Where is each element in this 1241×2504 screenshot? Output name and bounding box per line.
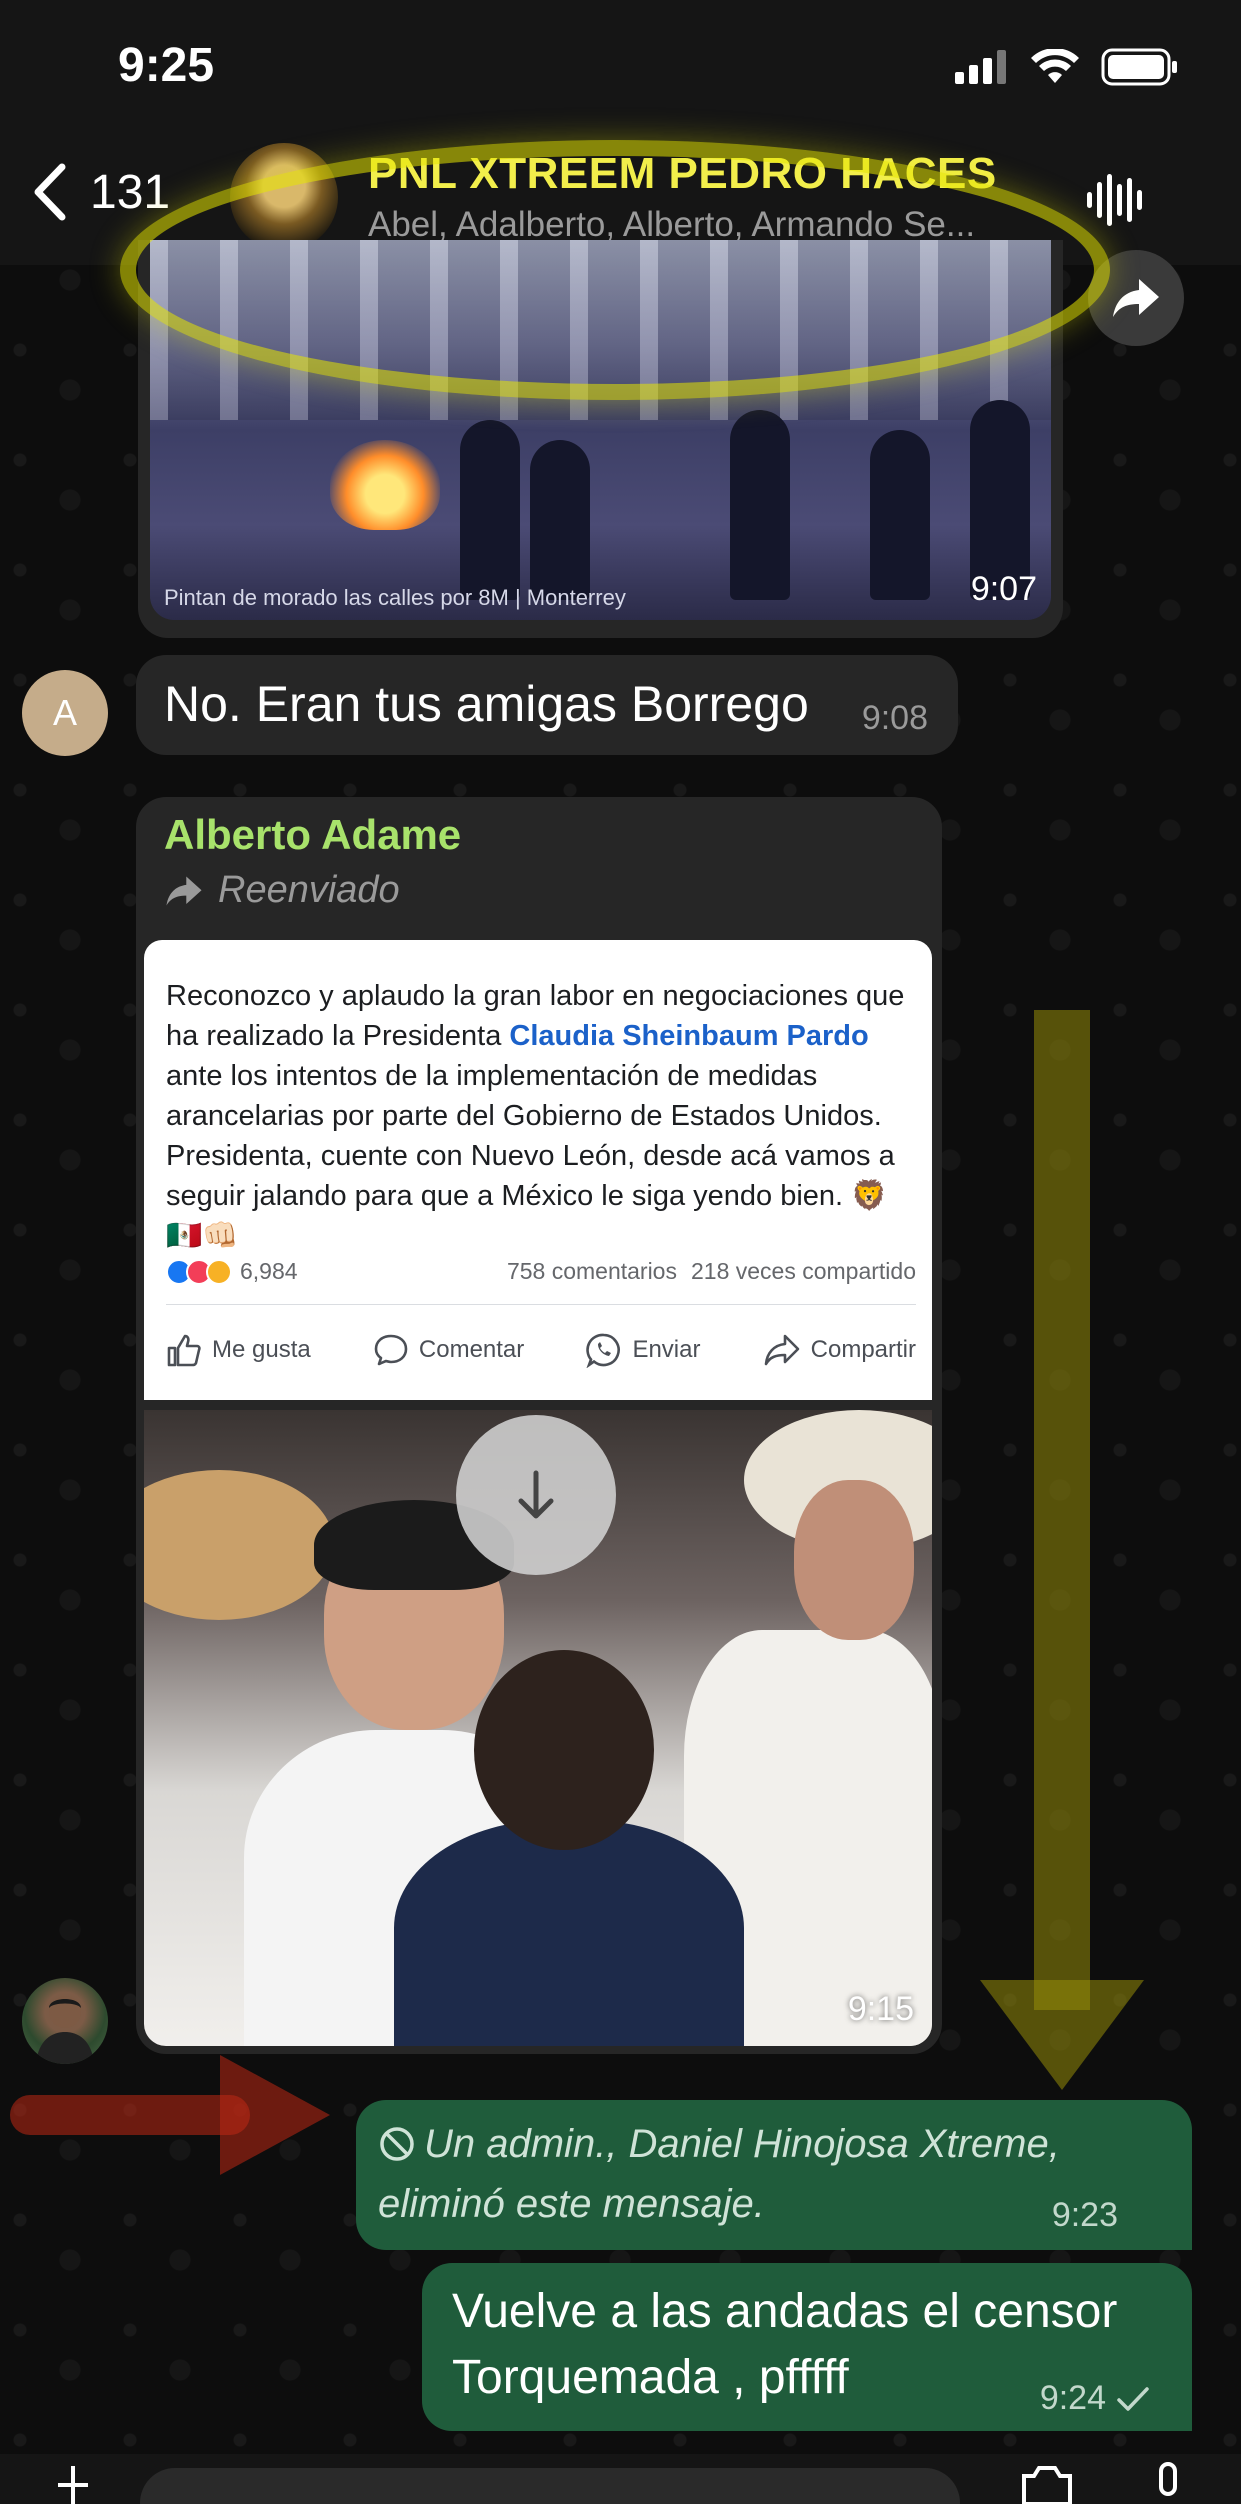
photo-woman-blouse	[394, 1820, 744, 2046]
status-bar: 9:25	[0, 0, 1241, 135]
wifi-icon	[1031, 49, 1079, 83]
message-time: 9:24	[1039, 2379, 1106, 2417]
shares-count: 218 veces compartido	[690, 1258, 916, 1284]
video-person	[530, 440, 590, 600]
microphone-icon[interactable]	[1150, 2462, 1186, 2504]
post-stats: 6,984 758 comentarios 218 veces comparti…	[166, 1258, 916, 1285]
deleted-text: Un admin., Daniel Hinojosa Xtreme, elimi…	[378, 2122, 1060, 2226]
download-button[interactable]	[456, 1415, 616, 1575]
plus-icon[interactable]	[58, 2462, 88, 2504]
video-thumbnail[interactable]	[150, 240, 1051, 620]
send-label: Enviar	[632, 1336, 701, 1363]
photo-face-right	[794, 1480, 914, 1640]
deleted-message-text: Un admin., Daniel Hinojosa Xtreme, elimi…	[378, 2114, 1168, 2234]
comments-count: 758 comentarios	[506, 1258, 677, 1284]
video-fire	[330, 440, 440, 530]
battery-icon	[1101, 48, 1177, 86]
group-title[interactable]: PNL XTREEM PEDRO HACES	[368, 149, 997, 199]
share-arrow-icon	[764, 1334, 799, 1366]
avatar[interactable]: A	[22, 670, 108, 756]
video-person	[730, 410, 790, 600]
message-time: 9:23	[1051, 2196, 1118, 2234]
group-avatar[interactable]	[230, 143, 338, 251]
reactions: 6,984	[166, 1258, 298, 1285]
no-entry-icon	[380, 2127, 414, 2161]
message-time: 9:15	[847, 1990, 914, 2028]
photo-hat-left	[144, 1470, 334, 1620]
video-building	[150, 240, 1051, 420]
share-action: Compartir	[763, 1332, 916, 1368]
message-input[interactable]	[140, 2468, 960, 2504]
forwarded-message[interactable]: Alberto Adame Reenviado Reconozco y apla…	[136, 797, 942, 2054]
forward-arrow-icon	[1113, 279, 1159, 317]
deleted-message[interactable]: Un admin., Daniel Hinojosa Xtreme, elimi…	[356, 2100, 1192, 2250]
red-arrow-annotation-head	[220, 2055, 330, 2175]
avatar-photo	[36, 1996, 94, 2064]
video-person	[870, 430, 930, 600]
unread-count: 131	[90, 165, 171, 219]
message-time: 9:07	[970, 570, 1037, 608]
yellow-arrow-annotation	[1034, 1010, 1090, 2010]
post-text: Reconozco y aplaudo la gran labor en neg…	[166, 976, 916, 1256]
share-button[interactable]	[1088, 250, 1184, 346]
status-time: 9:25	[118, 39, 215, 92]
voice-chat-button[interactable]	[1085, 170, 1145, 235]
waveform-icon	[1087, 174, 1142, 226]
video-message[interactable]: Pintan de morado las calles por 8M | Mon…	[138, 240, 1063, 638]
outgoing-message[interactable]: Vuelve a las andadas el censor Torquemad…	[422, 2263, 1192, 2431]
message-time: 9:08	[861, 699, 928, 737]
group-members[interactable]: Abel, Adalberto, Alberto, Armando Se...	[368, 205, 1038, 245]
like-action: Me gusta	[166, 1332, 311, 1368]
video-person	[460, 420, 520, 600]
cellular-signal-icon	[955, 50, 1006, 84]
yellow-arrow-annotation-head	[980, 1980, 1144, 2090]
send-action: Enviar	[586, 1332, 700, 1368]
like-label: Me gusta	[212, 1336, 311, 1363]
incoming-message[interactable]: No. Eran tus amigas Borrego 9:08	[136, 655, 958, 755]
comment-label: Comentar	[418, 1336, 525, 1363]
post-engagement: 758 comentarios 218 veces compartido	[507, 1258, 916, 1285]
divider	[166, 1304, 916, 1305]
whatsapp-icon	[586, 1333, 621, 1368]
avatar[interactable]	[22, 1978, 108, 2064]
message-input-bar	[0, 2454, 1241, 2504]
video-caption: Pintan de morado las calles por 8M | Mon…	[164, 585, 626, 610]
message-status: 9:24	[1040, 2379, 1150, 2418]
comment-action: Comentar	[373, 1332, 524, 1368]
post-mention[interactable]: Claudia Sheinbaum Pardo	[509, 1020, 868, 1052]
chevron-left-icon	[34, 163, 66, 221]
forwarded-label: Reenviado	[164, 869, 400, 912]
share-label: Compartir	[810, 1336, 916, 1363]
post-text-after: ante los intentos de la implementación d…	[166, 1060, 895, 1252]
forward-arrow-icon	[166, 876, 202, 905]
checkmark-icon	[1117, 2386, 1149, 2411]
haha-reaction-icon	[206, 1258, 232, 1285]
camera-icon[interactable]	[1020, 2464, 1074, 2504]
status-icons	[955, 48, 1179, 86]
message-text: No. Eran tus amigas Borrego	[164, 676, 809, 732]
back-button[interactable]: 131	[32, 163, 170, 221]
reactions-count: 6,984	[240, 1258, 298, 1284]
red-arrow-annotation	[10, 2095, 250, 2135]
sender-name[interactable]: Alberto Adame	[164, 811, 461, 859]
forwarded-text: Reenviado	[218, 869, 400, 911]
arrow-down-icon	[518, 1470, 554, 1519]
thumbs-up-icon	[167, 1334, 201, 1367]
post-actions: Me gusta Comentar Enviar Compartir	[166, 1332, 916, 1368]
comment-bubble-icon	[374, 1334, 408, 1366]
facebook-post-card[interactable]: Reconozco y aplaudo la gran labor en neg…	[144, 940, 932, 1400]
photo-woman-hair	[474, 1650, 654, 1850]
